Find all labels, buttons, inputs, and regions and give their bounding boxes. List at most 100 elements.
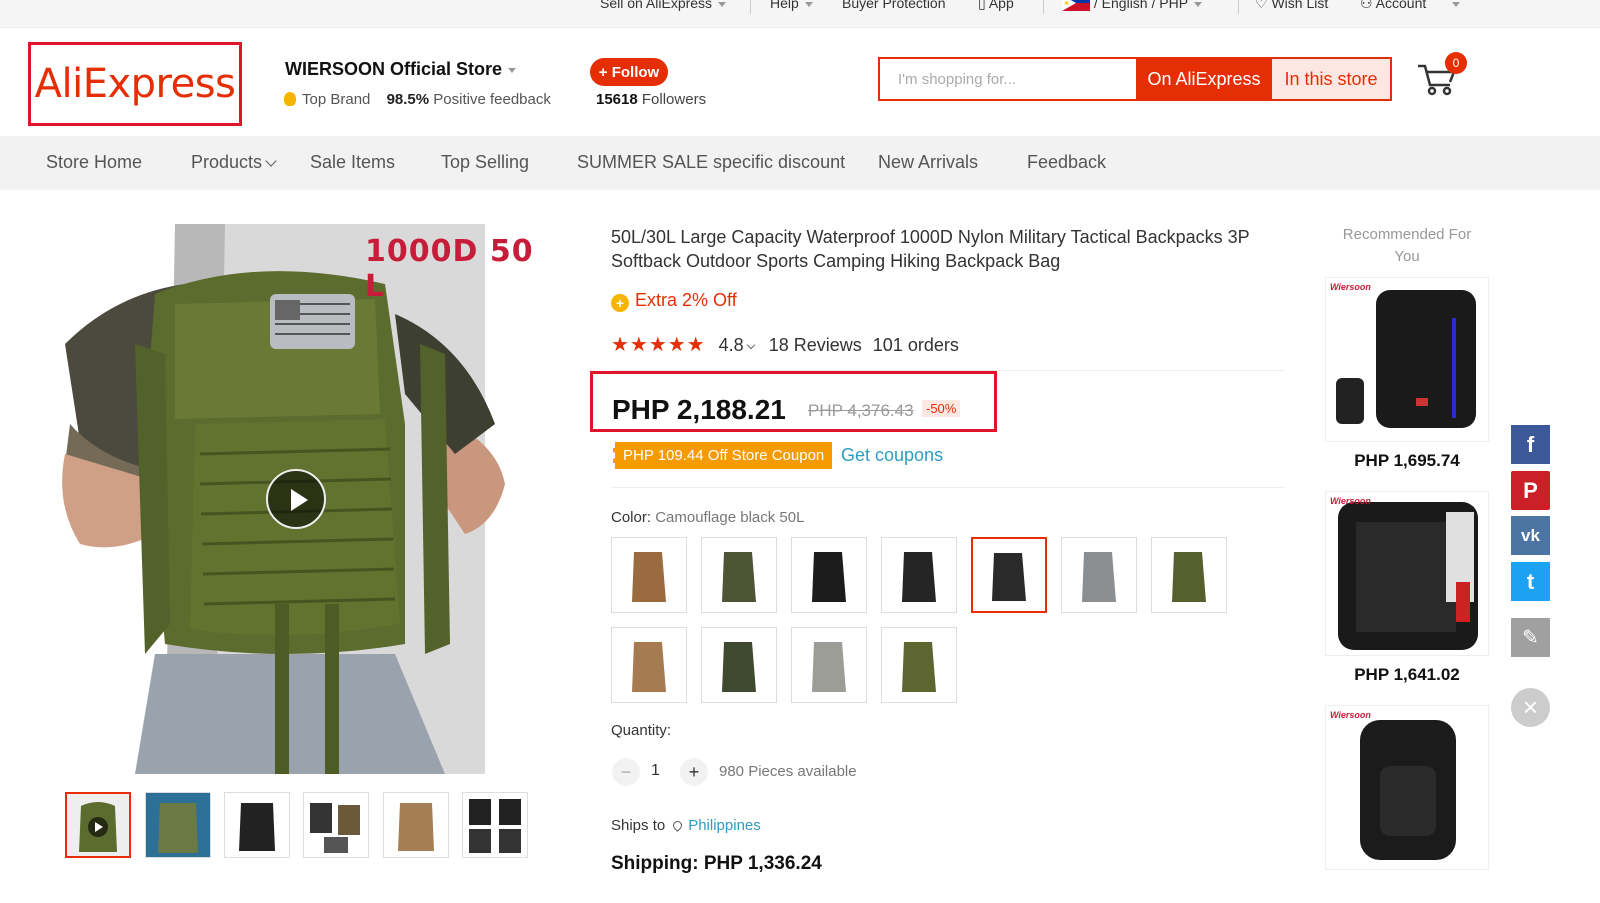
aliexpress-logo[interactable]: AliExpress xyxy=(28,42,242,126)
logo-text: AliExpress xyxy=(34,61,236,107)
quantity-label: Quantity: xyxy=(611,722,672,739)
ships-to-country-link[interactable]: Philippines xyxy=(688,817,761,834)
close-icon[interactable]: × xyxy=(1511,688,1550,727)
color-swatch[interactable] xyxy=(611,627,687,703)
product-title: 50L/30L Large Capacity Waterproof 1000D … xyxy=(611,227,1250,271)
shipping-cost: Shipping: PHP 1,336.24 xyxy=(611,853,822,874)
extra-discount[interactable]: + Extra 2% Off xyxy=(611,290,737,312)
thumbnail-5[interactable] xyxy=(383,792,449,858)
color-swatch[interactable] xyxy=(701,537,777,613)
feedback-percent: 98.5% xyxy=(386,91,430,108)
store-name[interactable]: WIERSOON Official Store xyxy=(285,59,517,80)
recommended-item-1[interactable]: Wiersoon xyxy=(1325,277,1489,442)
follow-button[interactable]: + Follow xyxy=(590,58,668,86)
recommended-price-2: PHP 1,641.02 xyxy=(1354,665,1460,684)
color-swatch[interactable] xyxy=(1061,537,1137,613)
sell-on-aliexpress-link[interactable]: Sell on AliExpress xyxy=(600,0,727,11)
get-coupons-link[interactable]: Get coupons xyxy=(841,445,943,466)
caret-down-icon xyxy=(1452,1,1461,7)
search-input[interactable] xyxy=(880,59,1136,99)
thumbnail-image xyxy=(225,793,289,857)
search-aliexpress-button[interactable]: On AliExpress xyxy=(1136,59,1272,99)
language-currency-selector[interactable]: / English / PHP xyxy=(1062,0,1203,11)
color-swatch[interactable] xyxy=(701,627,777,703)
swatch-image xyxy=(812,552,846,602)
twitter-share-icon[interactable]: t xyxy=(1511,562,1550,601)
current-price: PHP 2,188.21 xyxy=(612,394,786,425)
color-swatch[interactable] xyxy=(611,537,687,613)
heart-icon: ♡ xyxy=(1255,0,1272,11)
phone-icon: ▯ xyxy=(978,0,989,11)
search-store-button[interactable]: In this store xyxy=(1272,59,1390,99)
swatch-image xyxy=(902,642,936,692)
quantity-increase-button[interactable]: + xyxy=(680,758,708,786)
store-badges: Top Brand 98.5% Positive feedback xyxy=(284,91,551,108)
nav-feedback[interactable]: Feedback xyxy=(1027,152,1106,173)
color-swatch[interactable] xyxy=(881,627,957,703)
thumbnail-image xyxy=(304,793,368,857)
selected-color: Camouflage black 50L xyxy=(655,509,805,526)
recommended-image xyxy=(1336,290,1476,428)
app-link[interactable]: ▯ App xyxy=(978,0,1014,12)
nav-summer-sale[interactable]: SUMMER SALE specific discount xyxy=(577,152,845,173)
color-swatch[interactable] xyxy=(1151,537,1227,613)
recommended-title: Recommended For You xyxy=(1342,226,1472,265)
quantity-value[interactable]: 1 xyxy=(651,762,660,780)
rating-value[interactable]: 4.8 xyxy=(719,335,744,355)
buyer-protection-link[interactable]: Buyer Protection xyxy=(842,0,946,11)
brand-logo: Wiersoon xyxy=(1330,710,1371,720)
recommended-item-3[interactable]: Wiersoon xyxy=(1325,705,1489,870)
nav-store-home[interactable]: Store Home xyxy=(46,152,142,173)
color-swatch[interactable] xyxy=(791,537,867,613)
product-main-image[interactable]: 1000D 50 L xyxy=(25,224,561,774)
pinterest-share-icon[interactable]: P xyxy=(1511,471,1550,510)
play-video-icon[interactable] xyxy=(266,469,326,529)
swatch-image xyxy=(992,553,1026,601)
followers-count: 15618 Followers xyxy=(596,91,707,108)
color-swatch[interactable] xyxy=(791,627,867,703)
location-pin-icon xyxy=(671,819,685,832)
help-link[interactable]: Help xyxy=(770,0,813,11)
recommended-price-1: PHP 1,695.74 xyxy=(1354,451,1460,470)
quantity-decrease-button[interactable]: − xyxy=(612,758,640,786)
ships-to-row: Ships to Philippines xyxy=(611,817,761,834)
store-coupon-badge[interactable]: PHP 109.44 Off Store Coupon xyxy=(613,442,833,469)
account-menu[interactable]: ⚇ Account xyxy=(1360,0,1461,12)
philippines-flag-icon xyxy=(1062,0,1090,11)
top-brand-label: Top Brand xyxy=(302,91,371,108)
reviews-link[interactable]: 18 Reviews xyxy=(769,335,862,355)
caret-down-icon xyxy=(804,1,813,7)
swatch-image xyxy=(632,642,666,692)
recommended-item-2[interactable]: Wiersoon xyxy=(1325,491,1489,656)
user-icon: ⚇ xyxy=(1360,0,1376,11)
cart-count-badge: 0 xyxy=(1445,52,1467,74)
caret-down-icon xyxy=(508,67,517,73)
vk-share-icon[interactable]: vk xyxy=(1511,516,1550,555)
nav-top-selling[interactable]: Top Selling xyxy=(441,152,529,173)
discount-badge: -50% xyxy=(922,400,961,417)
available-stock: 980 Pieces available xyxy=(719,763,857,780)
edit-icon[interactable]: ✎ xyxy=(1511,618,1550,657)
divider xyxy=(1043,0,1044,14)
nav-new-arrivals[interactable]: New Arrivals xyxy=(878,152,978,173)
nav-sale-items[interactable]: Sale Items xyxy=(310,152,395,173)
thumbnail-3[interactable] xyxy=(224,792,290,858)
recommended-image xyxy=(1360,720,1456,860)
rating-row: ★★★★★ 4.8 18 Reviews 101 orders xyxy=(611,332,959,357)
original-price: PHP 4,376.43 xyxy=(808,401,914,420)
store-nav: Store Home Products Sale Items Top Selli… xyxy=(0,136,1600,190)
facebook-share-icon[interactable]: f xyxy=(1511,425,1550,464)
thumbnail-2[interactable] xyxy=(145,792,211,858)
thumbnail-image xyxy=(67,794,129,856)
wish-list-link[interactable]: ♡ Wish List xyxy=(1255,0,1328,12)
color-swatch[interactable] xyxy=(881,537,957,613)
nav-products[interactable]: Products xyxy=(191,152,277,173)
thumbnail-4[interactable] xyxy=(303,792,369,858)
caret-down-icon xyxy=(1194,1,1203,7)
swatch-image xyxy=(722,642,756,692)
thumbnail-1[interactable] xyxy=(65,792,131,858)
orders-count: 101 orders xyxy=(872,335,959,355)
divider xyxy=(611,487,1285,488)
color-swatch-selected[interactable] xyxy=(971,537,1047,613)
thumbnail-6[interactable] xyxy=(462,792,528,858)
